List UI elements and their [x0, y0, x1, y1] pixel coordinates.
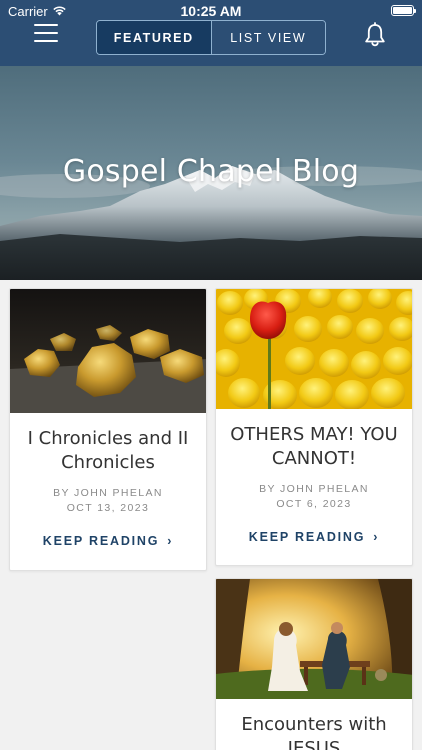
post-title[interactable]: I Chronicles and II Chronicles [20, 427, 196, 475]
jesus-on-bench-image [216, 579, 412, 699]
post-card[interactable]: Encounters with JESUS [215, 578, 413, 750]
post-title[interactable]: Encounters with JESUS [226, 713, 402, 750]
bell-icon[interactable] [364, 22, 386, 48]
post-author: BY JOHN PHELAN [53, 487, 163, 499]
battery-icon [391, 5, 416, 16]
tulips-image [216, 289, 412, 409]
hamburger-menu-icon[interactable] [34, 24, 58, 42]
post-date: OCT 13, 2023 [66, 502, 150, 514]
post-date: OCT 6, 2023 [276, 498, 352, 510]
chevron-right-icon: › [373, 530, 380, 544]
top-navigation-bar: Carrier 10:25 AM FEATURED LIST VIEW [0, 0, 422, 66]
chevron-right-icon: › [167, 534, 174, 548]
keep-reading-label: KEEP READING [42, 534, 160, 548]
hero-banner: Gospel Chapel Blog [0, 66, 422, 280]
status-bar: Carrier 10:25 AM [0, 0, 422, 22]
keep-reading-link[interactable]: KEEP READING › [216, 530, 412, 544]
post-card[interactable]: I Chronicles and II Chronicles BY JOHN P… [9, 288, 207, 571]
view-toggle: FEATURED LIST VIEW [96, 20, 326, 55]
status-time: 10:25 AM [180, 3, 242, 19]
blog-title: Gospel Chapel Blog [62, 154, 360, 189]
keep-reading-label: KEEP READING [248, 530, 366, 544]
post-title[interactable]: OTHERS MAY! YOU CANNOT! [226, 423, 402, 471]
keep-reading-link[interactable]: KEEP READING › [10, 534, 206, 548]
gold-nuggets-image [10, 289, 206, 413]
tab-list-view[interactable]: LIST VIEW [210, 21, 325, 54]
post-card[interactable]: OTHERS MAY! YOU CANNOT! BY JOHN PHELAN O… [215, 288, 413, 566]
post-author: BY JOHN PHELAN [259, 483, 369, 495]
tab-featured[interactable]: FEATURED [97, 21, 211, 54]
